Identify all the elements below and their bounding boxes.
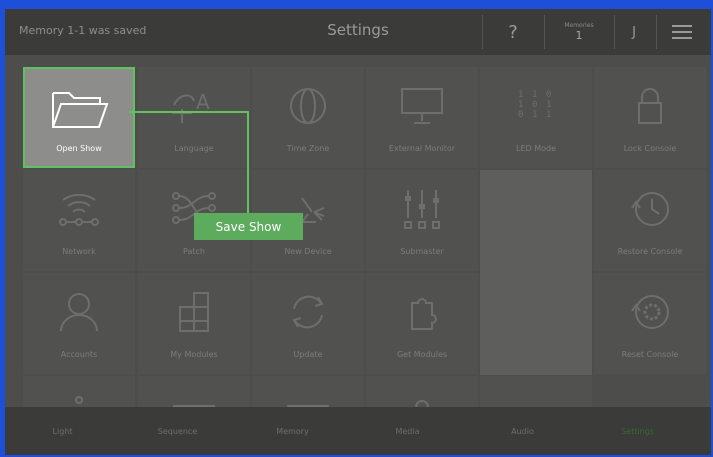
tile-language[interactable]: A Language — [138, 67, 250, 168]
translate-icon: A — [138, 77, 250, 135]
svg-text:1: 1 — [532, 110, 537, 120]
memories-indicator[interactable]: Memories 1 — [545, 9, 613, 55]
svg-text:0: 0 — [518, 110, 523, 120]
tab-memory[interactable]: Memory — [235, 407, 350, 455]
fader-icon — [366, 180, 478, 238]
tile-label: Reset Console — [621, 350, 679, 359]
tile-label: Get Modules — [396, 350, 448, 359]
save-show-button[interactable]: Save Show — [194, 213, 303, 240]
svg-text:1: 1 — [532, 90, 537, 100]
svg-text:1: 1 — [518, 100, 523, 110]
wifi-icon — [23, 180, 135, 238]
user-initial: J — [632, 24, 636, 40]
svg-text:1: 1 — [546, 100, 551, 110]
led-mode-icon: 110101011 — [480, 77, 592, 135]
tile-accounts[interactable]: Accounts — [23, 273, 135, 374]
puzzle-piece-icon — [366, 283, 478, 341]
tile-submaster[interactable]: Submaster — [366, 170, 478, 271]
tile-label: Time Zone — [286, 144, 330, 153]
tab-settings[interactable]: Settings — [580, 407, 695, 455]
tile-label: External Monitor — [388, 144, 456, 153]
tile-reset-console[interactable]: Reset Console — [594, 273, 706, 374]
app-window: Memory 1-1 was saved Settings ? Memories… — [5, 9, 711, 455]
tab-sequence[interactable]: Sequence — [120, 407, 235, 455]
tile-label: Patch — [183, 247, 205, 256]
tile-label: Open Show — [56, 144, 102, 153]
folder-icon — [25, 79, 133, 137]
tile-label: My Modules — [170, 350, 218, 359]
settings-grid: Open Show A Language Time Zone External … — [17, 65, 706, 455]
user-icon — [23, 283, 135, 341]
tile-update[interactable]: Update — [252, 273, 364, 374]
tile-my-modules[interactable]: My Modules — [138, 273, 250, 374]
tile-label: Network — [62, 247, 96, 256]
svg-text:0: 0 — [532, 100, 537, 110]
reset-gear-icon — [594, 283, 706, 341]
history-icon — [594, 180, 706, 238]
globe-icon — [252, 77, 364, 135]
tile-label: New Device — [284, 247, 332, 256]
monitor-icon — [366, 77, 478, 135]
bottom-nav: Light Sequence Memory Media Audio Settin… — [5, 407, 711, 455]
tile-open-show[interactable]: Open Show — [23, 67, 135, 168]
empty-tile — [480, 170, 592, 375]
menu-button[interactable] — [657, 9, 707, 55]
tab-media[interactable]: Media — [350, 407, 465, 455]
tile-label: Restore Console — [617, 247, 683, 256]
memories-value: 1 — [575, 29, 583, 42]
tile-label: Language — [174, 144, 214, 153]
tile-time-zone[interactable]: Time Zone — [252, 67, 364, 168]
help-button[interactable]: ? — [483, 9, 543, 55]
tile-lock-console[interactable]: Lock Console — [594, 67, 706, 168]
tile-label: Update — [293, 350, 323, 359]
tile-get-modules[interactable]: Get Modules — [366, 273, 478, 374]
help-icon: ? — [508, 21, 518, 43]
memories-label: Memories — [564, 22, 594, 29]
tile-label: Accounts — [60, 350, 98, 359]
hamburger-icon — [672, 25, 692, 39]
svg-text:1: 1 — [518, 90, 523, 100]
svg-text:A: A — [196, 90, 210, 114]
lock-icon — [594, 77, 706, 135]
puzzle-icon — [138, 283, 250, 341]
top-bar: Memory 1-1 was saved Settings ? Memories… — [5, 9, 711, 55]
tile-label: Submaster — [400, 247, 444, 256]
refresh-icon — [252, 283, 364, 341]
tile-network[interactable]: Network — [23, 170, 135, 271]
tab-light[interactable]: Light — [5, 407, 120, 455]
svg-text:0: 0 — [546, 90, 551, 100]
tile-external-monitor[interactable]: External Monitor — [366, 67, 478, 168]
user-button[interactable]: J — [615, 9, 653, 55]
svg-text:1: 1 — [546, 110, 551, 120]
tile-label: Lock Console — [623, 144, 677, 153]
tile-led-mode[interactable]: 110101011 LED Mode — [480, 67, 592, 168]
tile-restore-console[interactable]: Restore Console — [594, 170, 706, 271]
tile-label: LED Mode — [515, 144, 556, 153]
tab-audio[interactable]: Audio — [465, 407, 580, 455]
